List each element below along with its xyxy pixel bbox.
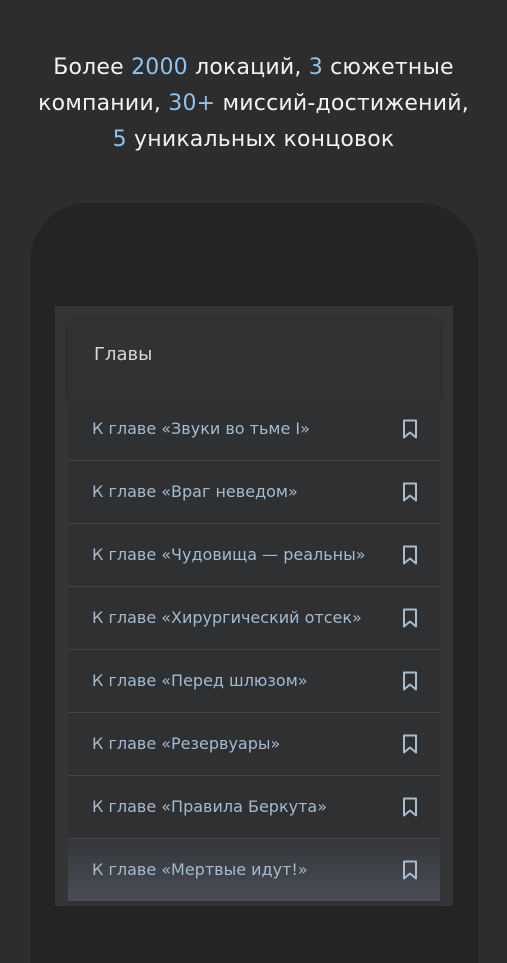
chapter-item[interactable]: К главе «Перед шлюзом» [68,650,440,713]
promo-highlight-locations: 2000 [131,55,188,80]
chapter-link-label: К главе «Резервуары» [92,734,281,753]
chapter-item[interactable]: К главе «Чудовища — реальны» [68,524,440,587]
promo-text-part: компании, [38,91,169,116]
chapters-title: Главы [94,344,153,365]
chapter-link-label: К главе «Правила Беркута» [92,797,327,816]
bookmark-icon[interactable] [402,482,418,502]
chapter-item[interactable]: К главе «Хирургический отсек» [68,587,440,650]
chapters-header: Главы [68,320,440,398]
promo-text-part: уникальных концовок [126,127,395,152]
phone-screen: Главы К главе «Звуки во тьме I» К главе «… [55,306,453,906]
chapter-link-label: К главе «Хирургический отсек» [92,608,362,627]
bookmark-icon[interactable] [402,797,418,817]
promo-highlight-endings: 5 [112,127,127,152]
bookmark-icon[interactable] [402,419,418,439]
chapters-list: К главе «Звуки во тьме I» К главе «Враг н… [68,398,440,901]
chapters-panel: Главы К главе «Звуки во тьме I» К главе «… [68,320,440,906]
promo-text-part: локаций, [187,55,309,80]
bookmark-icon[interactable] [402,608,418,628]
chapter-link-label: К главе «Звуки во тьме I» [92,419,310,438]
bookmark-icon[interactable] [402,545,418,565]
chapter-link-label: К главе «Враг неведом» [92,482,298,501]
chapter-link-label: К главе «Перед шлюзом» [92,671,308,690]
promo-text-part: миссий-достижений, [215,91,469,116]
bookmark-icon[interactable] [402,860,418,880]
promo-highlight-missions: 30+ [168,91,216,116]
promo-text: Более 2000 локаций, 3 сюжетные компании,… [0,50,507,158]
promo-text-part: Более [53,55,132,80]
chapter-link-label: К главе «Мертвые идут!» [92,860,308,879]
promo-line-1: Более 2000 локаций, 3 сюжетные [0,50,507,86]
chapter-item[interactable]: К главе «Враг неведом» [68,461,440,524]
chapter-item[interactable]: К главе «Мертвые идут!» [68,839,440,901]
bookmark-icon[interactable] [402,671,418,691]
promo-text-part: сюжетные [322,55,454,80]
promo-line-3: 5 уникальных концовок [0,122,507,158]
chapter-item[interactable]: К главе «Резервуары» [68,713,440,776]
promo-highlight-campaigns: 3 [308,55,323,80]
bookmark-icon[interactable] [402,734,418,754]
chapter-item[interactable]: К главе «Правила Беркута» [68,776,440,839]
promo-line-2: компании, 30+ миссий-достижений, [0,86,507,122]
chapter-link-label: К главе «Чудовища — реальны» [92,545,366,564]
chapter-item[interactable]: К главе «Звуки во тьме I» [68,398,440,461]
